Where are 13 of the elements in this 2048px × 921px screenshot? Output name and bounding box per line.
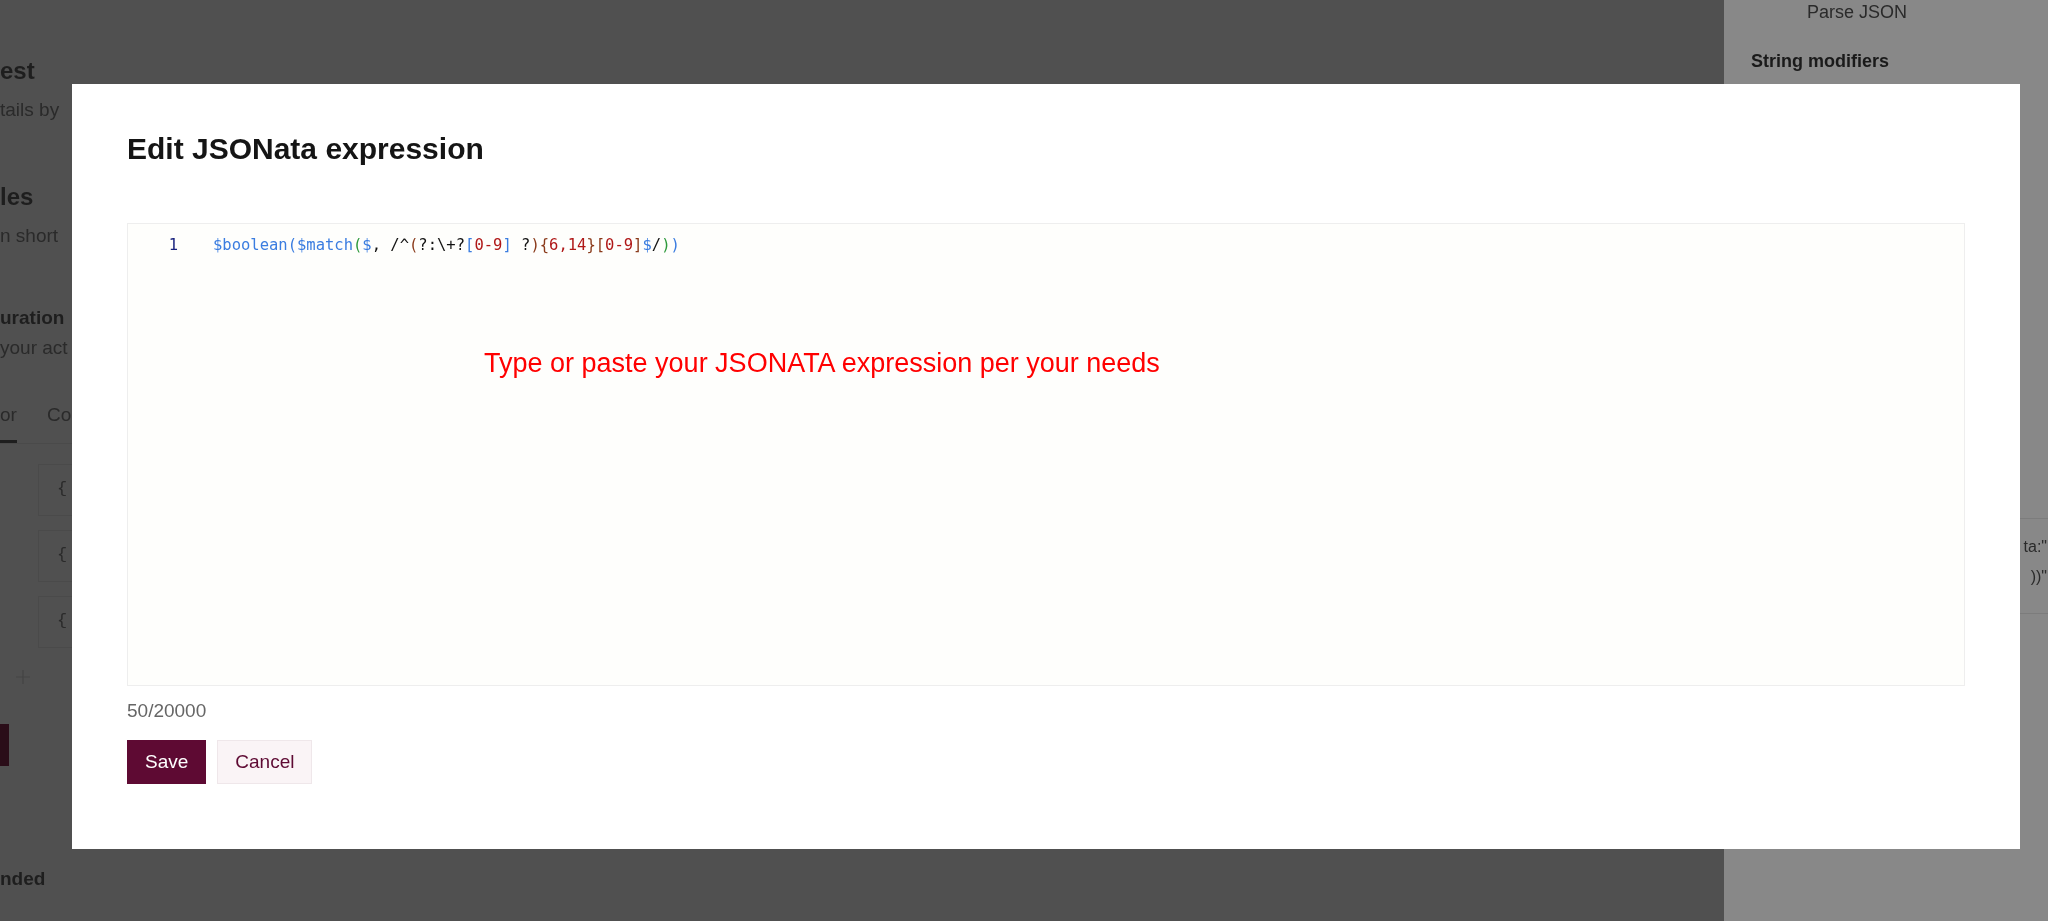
character-counter: 50/20000 bbox=[127, 700, 207, 722]
cancel-button[interactable]: Cancel bbox=[217, 740, 313, 784]
save-button[interactable]: Save bbox=[127, 740, 207, 784]
code-line: ))" bbox=[2030, 567, 2047, 587]
line-number: 1 bbox=[167, 236, 178, 254]
option-label: Parse JSON bbox=[1807, 2, 1908, 23]
button[interactable] bbox=[0, 724, 9, 766]
annotation-text: Type or paste your JSONATA expression per your needs bbox=[484, 348, 1161, 379]
section-heading: String modifiers bbox=[1751, 51, 1889, 72]
code-editor[interactable]: 1 $boolean($match($, /^(?:\+?[0-9] ?){6,14}[0-9]$/)) Type or paste your JSONATA expression per your needs bbox=[127, 223, 1965, 686]
dialog-title: Edit JSONata expression bbox=[127, 131, 484, 167]
code-line: ta:" bbox=[2023, 537, 2047, 557]
code-line: $boolean($match($, /^(?:\+?[0-9] ?){6,14}[0-9]$/)) bbox=[213, 236, 680, 254]
